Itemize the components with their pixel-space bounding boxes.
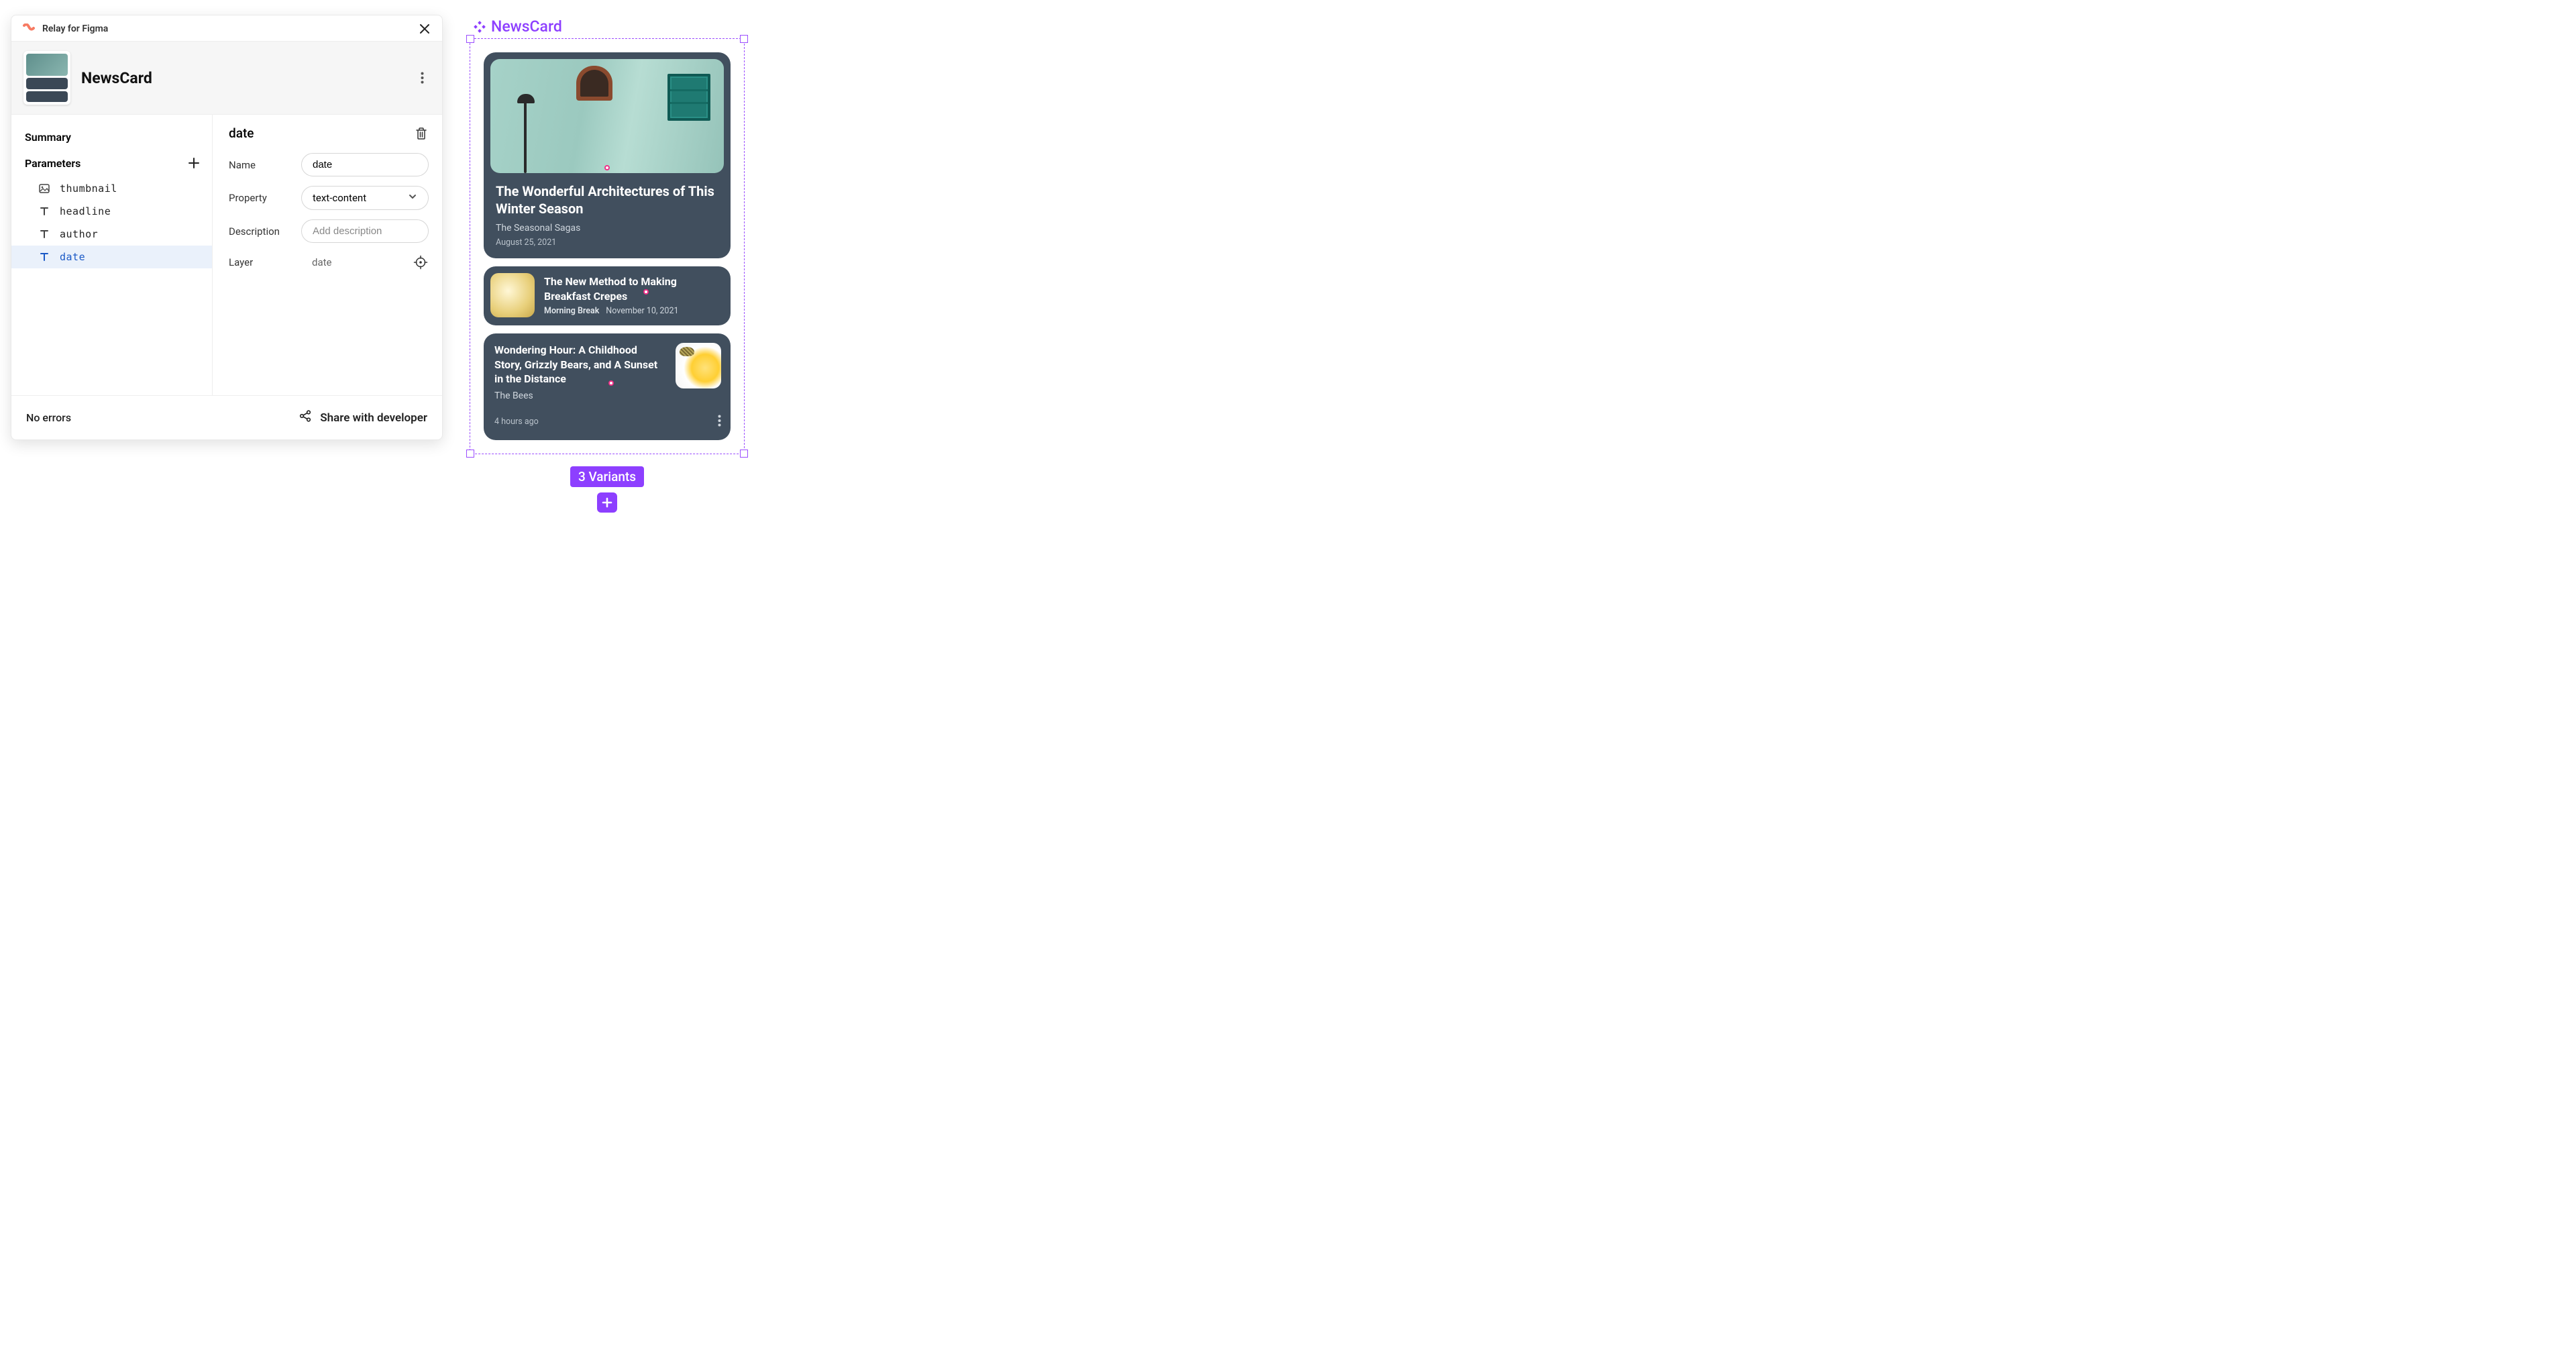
name-input[interactable] [301, 153, 429, 176]
sidebar-parameters-heading: Parameters [25, 157, 80, 170]
newscard-variant-audio[interactable]: Wondering Hour: A Childhood Story, Grizz… [484, 333, 731, 440]
add-variant-button[interactable] [597, 492, 617, 513]
param-author[interactable]: author [11, 223, 212, 246]
newscard-variant-row[interactable]: The New Method to Making Breakfast Crepe… [484, 266, 731, 325]
relay-logo-icon [22, 23, 36, 34]
param-headline[interactable]: headline [11, 200, 212, 223]
share-label: Share with developer [320, 411, 427, 425]
detail-title: date [229, 125, 254, 141]
resize-handle[interactable] [740, 35, 748, 43]
more-options-button[interactable] [414, 70, 430, 86]
newscard-variant-hero[interactable]: The Wonderful Architectures of This Wint… [484, 52, 731, 258]
card-headline: The Wonderful Architectures of This Wint… [496, 182, 718, 217]
target-layer-button[interactable] [413, 254, 429, 270]
frame-label[interactable]: NewsCard [474, 17, 745, 36]
add-parameter-button[interactable] [186, 156, 201, 170]
name-field[interactable] [313, 159, 417, 170]
description-field[interactable] [313, 225, 417, 237]
card-date: August 25, 2021 [496, 238, 718, 248]
card-thumbnail [676, 343, 721, 388]
card-thumbnail [490, 273, 535, 317]
card-author: Morning Break [544, 306, 599, 316]
anchor-dot-icon [604, 165, 610, 170]
param-label: author [60, 228, 98, 240]
param-thumbnail[interactable]: thumbnail [11, 177, 212, 200]
sidebar: Summary Parameters thumbnail [11, 115, 213, 395]
relay-panel: Relay for Figma NewsCard Summary Paramet… [11, 15, 443, 440]
resize-handle[interactable] [740, 450, 748, 458]
property-select[interactable]: text-content [301, 186, 429, 210]
component-header: NewsCard [11, 41, 442, 115]
card-date: 4 hours ago [494, 417, 539, 427]
status-text: No errors [26, 411, 71, 424]
resize-handle[interactable] [466, 35, 474, 43]
detail-pane: date Name Property text-content [213, 115, 442, 395]
text-icon [38, 251, 50, 263]
card-headline: Wondering Hour: A Childhood Story, Grizz… [494, 343, 666, 386]
label-layer: Layer [229, 256, 293, 268]
card-author: The Bees [494, 390, 666, 401]
component-selection-frame[interactable]: The Wonderful Architectures of This Wint… [470, 38, 745, 454]
param-label: headline [60, 205, 111, 217]
card-author: The Seasonal Sagas [496, 223, 718, 233]
card-more-button[interactable] [718, 415, 721, 429]
parameters-list: thumbnail headline author [11, 174, 212, 268]
chevron-down-icon [408, 192, 417, 204]
description-input[interactable] [301, 219, 429, 243]
label-description: Description [229, 225, 293, 238]
component-thumbnail [23, 51, 70, 105]
frame-name: NewsCard [491, 17, 562, 36]
share-icon [299, 409, 312, 426]
share-with-developer-button[interactable]: Share with developer [299, 409, 427, 426]
label-name: Name [229, 159, 293, 171]
figma-canvas: NewsCard The Wonderful Architectures of … [470, 17, 745, 513]
layer-value: date [301, 252, 405, 272]
anchor-dot-icon [643, 289, 649, 295]
param-label: thumbnail [60, 182, 117, 195]
label-property: Property [229, 192, 293, 204]
panel-titlebar: Relay for Figma [11, 15, 442, 41]
sidebar-summary[interactable]: Summary [11, 123, 212, 149]
card-thumbnail [490, 59, 724, 173]
anchor-dot-icon [608, 380, 614, 386]
text-icon [38, 228, 50, 240]
resize-handle[interactable] [466, 450, 474, 458]
variants-count-badge: 3 Variants [570, 466, 644, 487]
param-date[interactable]: date [11, 246, 212, 268]
delete-parameter-button[interactable] [414, 126, 429, 141]
plugin-title: Relay for Figma [42, 23, 108, 34]
panel-footer: No errors Share with developer [11, 395, 442, 439]
property-value: text-content [313, 192, 366, 204]
card-headline: The New Method to Making Breakfast Crepe… [544, 274, 721, 303]
text-icon [38, 205, 50, 217]
image-icon [38, 182, 50, 195]
param-label: date [60, 251, 85, 263]
close-button[interactable] [418, 22, 431, 36]
component-title: NewsCard [81, 69, 152, 87]
card-date: November 10, 2021 [606, 306, 678, 316]
component-set-icon [474, 21, 486, 33]
